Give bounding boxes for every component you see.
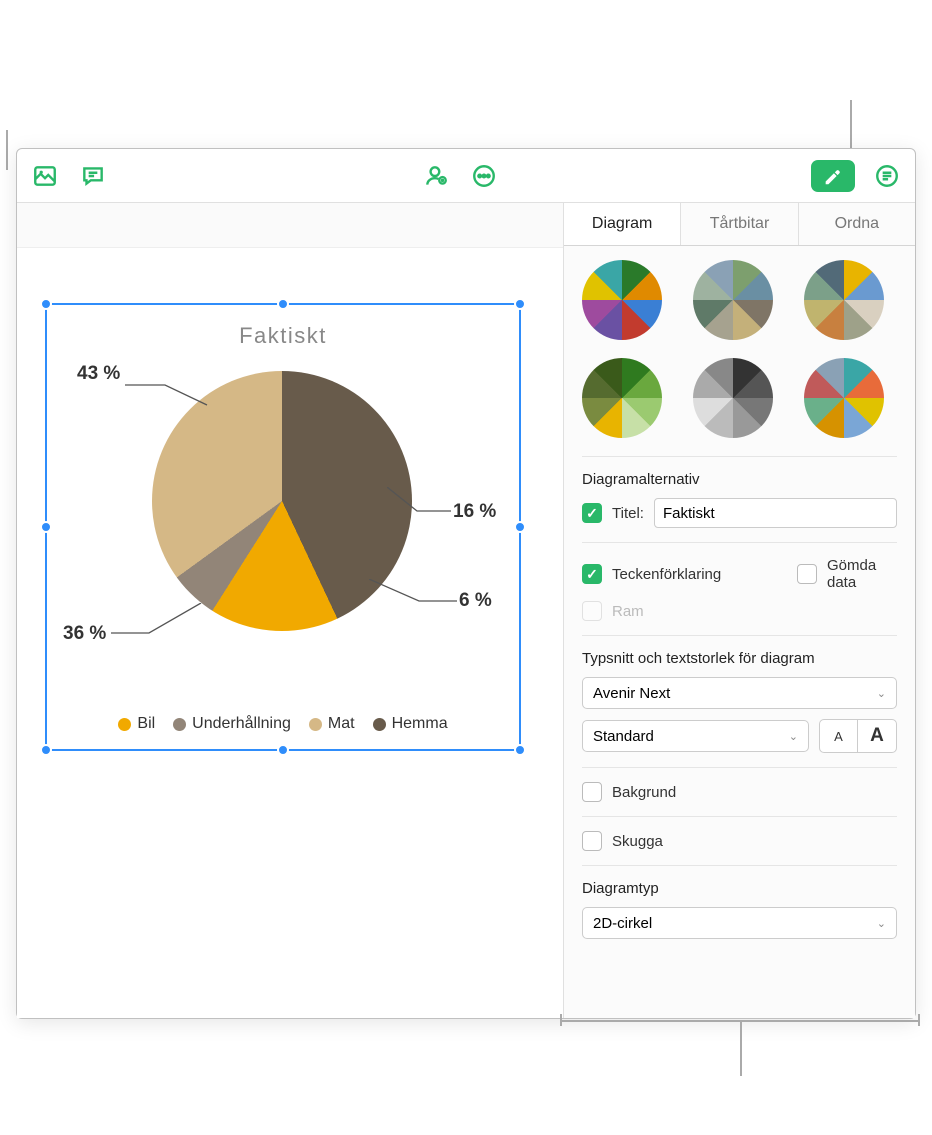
tab-wedges[interactable]: Tårtbitar — [681, 203, 798, 245]
title-input[interactable] — [654, 498, 897, 528]
more-icon[interactable] — [468, 160, 500, 192]
tab-arrange[interactable]: Ordna — [799, 203, 915, 245]
legend-item: Underhållning — [173, 715, 291, 733]
section-header: Diagramalternativ — [582, 471, 897, 488]
checkbox-label: Ram — [612, 603, 644, 620]
resize-handle[interactable] — [277, 744, 289, 756]
collaborate-icon[interactable] — [420, 160, 452, 192]
checkbox-label: Gömda data — [827, 557, 897, 591]
chart-style-swatch[interactable] — [582, 260, 662, 340]
leader-line — [387, 487, 457, 517]
section-header: Typsnitt och textstorlek för diagram — [582, 650, 897, 667]
sidebar-tabs: Diagram Tårtbitar Ordna — [564, 203, 915, 246]
chart-selection[interactable]: Faktiskt 43 % 16 % 6 % 36 % Bil Underhål… — [45, 303, 521, 751]
format-icon[interactable] — [811, 160, 855, 192]
legend-item: Mat — [309, 715, 355, 733]
legend-item: Hemma — [373, 715, 448, 733]
checkbox-background[interactable] — [582, 782, 602, 802]
callout-bracket — [560, 1020, 920, 1076]
canvas[interactable]: Faktiskt 43 % 16 % 6 % 36 % Bil Underhål… — [17, 203, 563, 1018]
checkbox-hidden-data[interactable] — [797, 564, 817, 584]
leader-line — [111, 603, 205, 639]
document-icon[interactable] — [871, 160, 903, 192]
leader-line — [125, 377, 215, 407]
media-icon[interactable] — [29, 160, 61, 192]
slice-label: 16 % — [453, 501, 496, 523]
checkbox-label: Skugga — [612, 833, 663, 850]
section-header: Diagramtyp — [582, 880, 897, 897]
resize-handle[interactable] — [514, 744, 526, 756]
chart-style-swatch[interactable] — [804, 358, 884, 438]
checkbox-frame — [582, 601, 602, 621]
resize-handle[interactable] — [40, 744, 52, 756]
chart-style-swatch[interactable] — [804, 260, 884, 340]
checkbox-label: Titel: — [612, 505, 644, 522]
checkbox-title[interactable] — [582, 503, 602, 523]
chart-style-swatch[interactable] — [582, 358, 662, 438]
tab-diagram[interactable]: Diagram — [564, 203, 681, 245]
app-window: Faktiskt 43 % 16 % 6 % 36 % Bil Underhål… — [16, 148, 916, 1019]
legend-item: Bil — [118, 715, 155, 733]
resize-handle[interactable] — [514, 521, 526, 533]
chart-legend[interactable]: Bil Underhållning Mat Hemma — [47, 715, 519, 733]
leader-line — [369, 579, 463, 609]
checkbox-label: Teckenförklaring — [612, 566, 721, 583]
resize-handle[interactable] — [40, 521, 52, 533]
toolbar — [17, 149, 915, 203]
format-sidebar: Diagram Tårtbitar Ordna Diagramalternati… — [563, 203, 915, 1018]
resize-handle[interactable] — [514, 298, 526, 310]
checkbox-shadow[interactable] — [582, 831, 602, 851]
chart-style-grid — [582, 260, 897, 438]
chart-style-swatch[interactable] — [693, 358, 773, 438]
chart-type-select[interactable]: 2D-cirkel⌄ — [582, 907, 897, 939]
resize-handle[interactable] — [277, 298, 289, 310]
checkbox-label: Bakgrund — [612, 784, 676, 801]
comment-icon[interactable] — [77, 160, 109, 192]
slice-label: 43 % — [77, 363, 120, 385]
decrease-font-button[interactable]: A — [820, 720, 858, 752]
chart-style-swatch[interactable] — [693, 260, 773, 340]
chart-title[interactable]: Faktiskt — [239, 323, 327, 349]
resize-handle[interactable] — [40, 298, 52, 310]
checkbox-legend[interactable] — [582, 564, 602, 584]
increase-font-button[interactable]: A — [858, 720, 896, 752]
font-size-stepper: A A — [819, 719, 897, 753]
font-family-select[interactable]: Avenir Next⌄ — [582, 677, 897, 709]
font-style-select[interactable]: Standard⌄ — [582, 720, 809, 752]
slice-label: 6 % — [459, 590, 492, 612]
slice-label: 36 % — [63, 623, 106, 645]
